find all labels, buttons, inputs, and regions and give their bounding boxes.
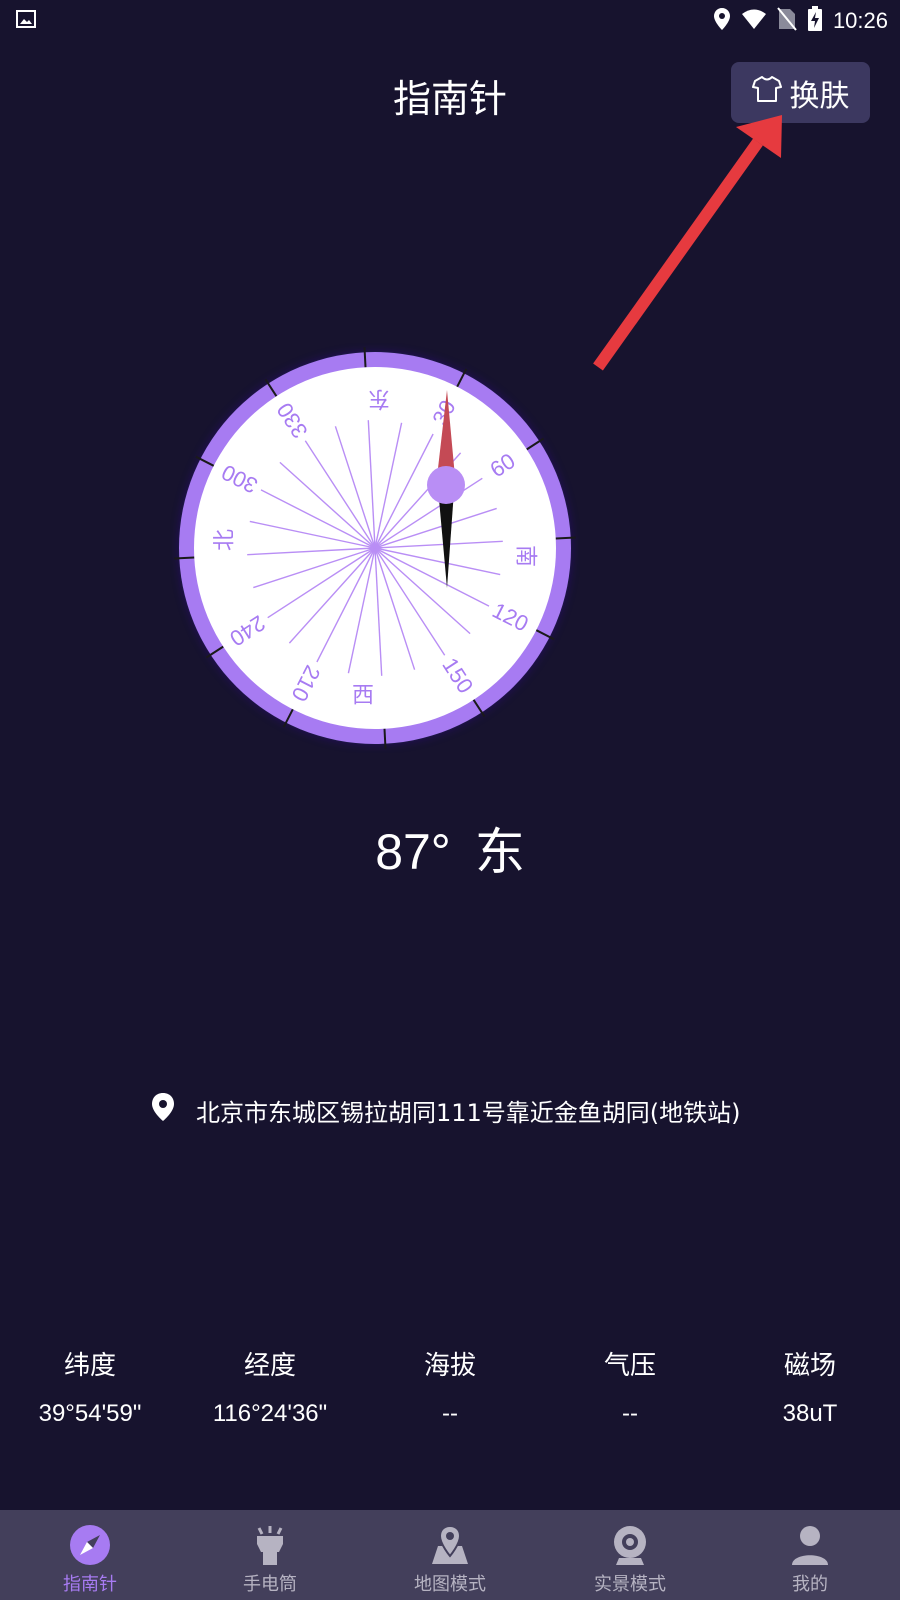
compass-dial: 北 东 南 西 3060120150210240300330: [174, 347, 576, 749]
nav-item-map[interactable]: 地图模式: [360, 1510, 540, 1600]
nav-item-compass[interactable]: 指南针: [0, 1510, 180, 1600]
stat-value: 116°24'36": [212, 1400, 328, 1427]
location-icon: [713, 7, 731, 35]
cardinal-east: 东: [368, 386, 390, 411]
location-pin-icon: [150, 1092, 176, 1128]
nav-label: 我的: [792, 1574, 828, 1595]
nav-item-flashlight[interactable]: 手电筒: [180, 1510, 360, 1600]
tshirt-icon: [751, 75, 782, 111]
gallery-icon: [16, 10, 36, 32]
ring-tick: [383, 728, 387, 749]
nav-item-profile[interactable]: 我的: [720, 1510, 900, 1600]
stat-value: 38uT: [782, 1400, 838, 1427]
flashlight-icon: [257, 1526, 283, 1565]
heading-direction: 东: [474, 824, 525, 880]
location-row: 北京市东城区锡拉胡同111号靠近金鱼胡同(地铁站): [150, 1090, 790, 1130]
heading-readout: 87° 东: [0, 812, 900, 884]
skin-button[interactable]: 换肤: [731, 62, 870, 123]
stat-label: 经度: [243, 1351, 296, 1381]
heading-degrees: 87°: [375, 824, 451, 880]
nav-label: 手电筒: [243, 1574, 297, 1595]
stat-latitude: 纬度 39°54'59": [0, 1345, 180, 1428]
stat-magnetic-field: 磁场 38uT: [720, 1345, 900, 1428]
stat-label: 气压: [603, 1351, 656, 1381]
stat-value: --: [622, 1400, 638, 1427]
location-address: 北京市东城区锡拉胡同111号靠近金鱼胡同(地铁站): [196, 1098, 741, 1127]
cardinal-north: 北: [213, 529, 238, 551]
stat-label: 海拔: [423, 1351, 476, 1381]
nav-label: 实景模式: [594, 1574, 666, 1595]
stat-pressure: 气压 --: [540, 1345, 720, 1428]
battery-charging-icon: [807, 6, 823, 36]
nav-item-live-view[interactable]: 实景模式: [540, 1510, 720, 1600]
ring-tick: [363, 347, 367, 368]
stat-label: 纬度: [63, 1351, 116, 1381]
nav-label: 指南针: [63, 1574, 117, 1595]
wifi-icon: [741, 8, 767, 34]
stat-label: 磁场: [783, 1351, 836, 1381]
stat-value: --: [442, 1400, 458, 1427]
needle-pivot: [427, 466, 465, 504]
ring-tick: [555, 536, 576, 540]
camera-icon: [614, 1526, 646, 1565]
status-bar: 10:26: [0, 0, 900, 40]
skin-button-label: 换肤: [789, 78, 850, 114]
ring-tick: [174, 556, 195, 560]
cardinal-south: 南: [513, 545, 538, 567]
status-time: 10:26: [832, 8, 888, 33]
person-icon: [792, 1526, 828, 1565]
stat-longitude: 经度 116°24'36": [180, 1345, 360, 1428]
stats-row: 纬度 39°54'59" 经度 116°24'36" 海拔 -- 气压 -- 磁…: [0, 1345, 900, 1428]
map-icon: [432, 1524, 468, 1564]
no-sim-icon: [777, 7, 797, 35]
stat-value: 39°54'59": [38, 1400, 142, 1427]
stat-altitude: 海拔 --: [360, 1345, 540, 1428]
compass-icon: [70, 1525, 110, 1565]
nav-label: 地图模式: [414, 1574, 486, 1595]
bottom-nav: 指南针 手电筒 地图模式 实景模式 我的: [0, 1510, 900, 1600]
cardinal-west: 西: [352, 684, 374, 709]
